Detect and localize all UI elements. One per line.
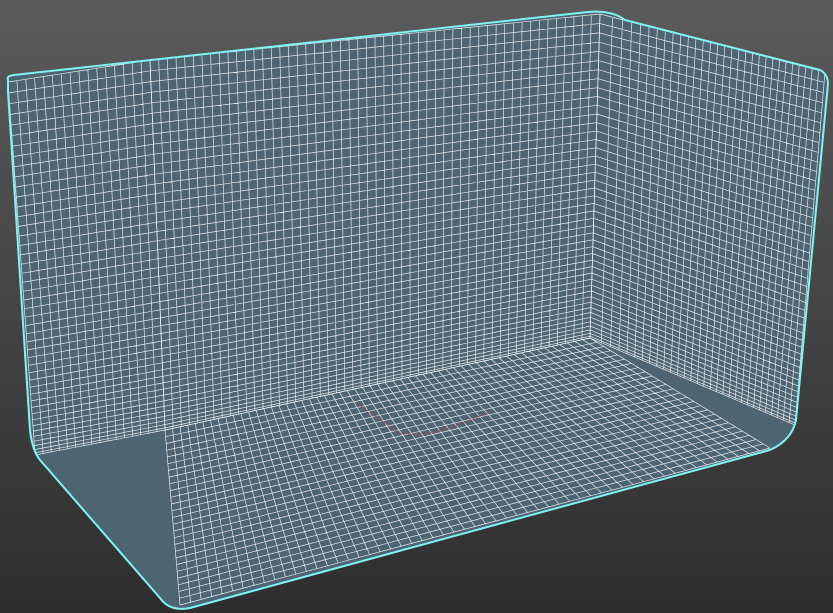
3d-viewport[interactable]	[0, 0, 833, 613]
viewport-canvas[interactable]	[0, 0, 833, 613]
